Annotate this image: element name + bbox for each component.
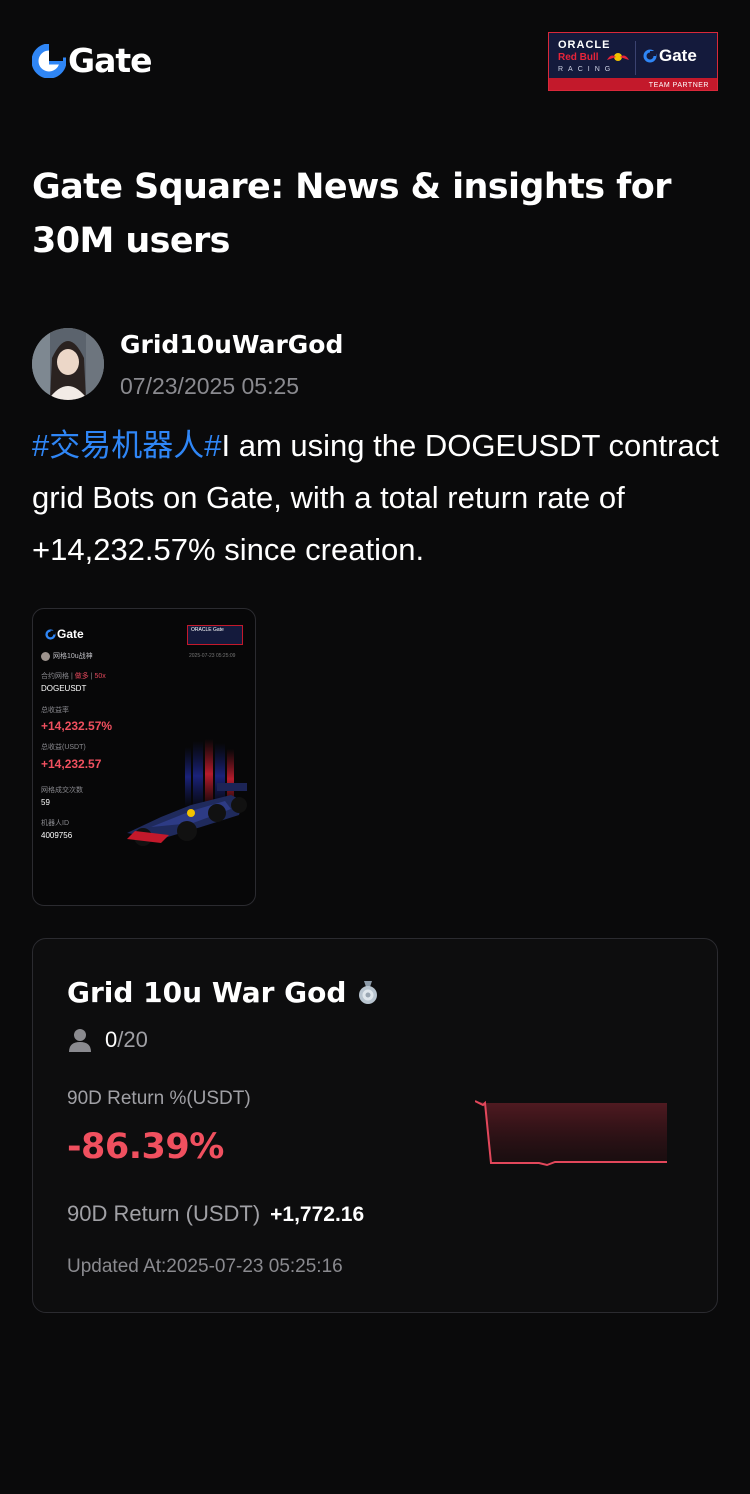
post-image[interactable]: Gate ORACLE Gate 网格10u战神 2025-07-23 05:2… xyxy=(32,608,256,906)
page-title: Gate Square: News & insights for 30M use… xyxy=(32,167,671,261)
image-logo: Gate xyxy=(45,627,84,641)
image-logo-text: Gate xyxy=(57,627,84,641)
medal-icon xyxy=(359,980,378,1004)
team-partner-banner: ORACLE Red Bull RACING Gate TEAM PARTNER xyxy=(548,32,718,91)
updated-timestamp: Updated At:2025-07-23 05:25:16 xyxy=(67,1256,343,1277)
return-usdt-label: 90D Return (USDT) xyxy=(67,1201,261,1226)
image-pair: DOGEUSDT xyxy=(41,684,87,693)
gate-logo-icon xyxy=(643,49,657,63)
image-return-amount-label: 总收益(USDT) xyxy=(41,744,86,751)
partner-racing: RACING xyxy=(558,66,616,73)
gate-logo-icon xyxy=(32,44,66,78)
image-bot-id: 4009756 xyxy=(41,831,73,840)
post-body: #交易机器人#I am using the DOGEUSDT contract … xyxy=(32,420,722,576)
author-name[interactable]: Grid10uWarGod xyxy=(120,330,343,359)
bot-name-text: Grid 10u War God xyxy=(67,976,347,1009)
image-tag-direction: 做多 xyxy=(74,673,89,680)
partner-divider xyxy=(635,41,636,75)
image-tag-leverage: 50x xyxy=(94,673,106,680)
avatar-image xyxy=(32,328,104,400)
bot-card[interactable]: Grid 10u War God 0/20 90D Return %(USDT)… xyxy=(32,938,718,1313)
post-timestamp: 07/23/2025 05:25 xyxy=(120,373,300,399)
logo-text: Gate xyxy=(68,41,153,80)
return-usdt-row: 90D Return (USDT) +1,772.16 xyxy=(67,1201,364,1227)
image-avatar xyxy=(41,651,50,661)
partner-gate-text: Gate xyxy=(659,46,697,65)
partner-redbull: Red Bull xyxy=(558,52,599,63)
image-date: 2025-07-23 05:25:09 xyxy=(189,653,236,659)
user-icon xyxy=(69,1029,91,1052)
image-bot-id-label: 机器人ID xyxy=(41,820,69,827)
avatar[interactable] xyxy=(32,328,104,400)
image-tag-type: 合约网格 xyxy=(41,673,69,680)
hashtag-link[interactable]: #交易机器人# xyxy=(32,428,221,463)
image-user-name: 网格10u战神 xyxy=(53,653,93,660)
image-partner-badge: ORACLE Gate xyxy=(187,625,243,645)
image-trades-label: 网格成交次数 xyxy=(41,787,83,794)
followers-count: 0/20 xyxy=(67,1027,148,1053)
partner-team-partner: TEAM PARTNER xyxy=(648,82,709,89)
race-car-image xyxy=(127,739,247,846)
gate-logo[interactable]: Gate xyxy=(32,41,153,80)
image-return-rate-label: 总收益率 xyxy=(41,707,69,714)
image-trades: 59 xyxy=(41,798,50,807)
return-usdt-value: +1,772.16 xyxy=(270,1203,365,1226)
followers-max: /20 xyxy=(117,1027,148,1052)
partner-gate: Gate xyxy=(643,46,697,66)
return-pct-label: 90D Return %(USDT) xyxy=(67,1088,251,1109)
image-user: 网格10u战神 xyxy=(41,651,93,661)
return-pct: -86.39% xyxy=(67,1127,224,1167)
image-tags: 合约网格 | 做多 | 50x xyxy=(41,673,106,680)
image-return-rate: +14,232.57% xyxy=(41,719,113,733)
return-sparkline xyxy=(475,1100,667,1167)
bot-name: Grid 10u War God xyxy=(67,976,378,1009)
image-return-amount: +14,232.57 xyxy=(41,757,102,771)
partner-oracle: ORACLE xyxy=(558,39,611,51)
image-partner-text: ORACLE Gate xyxy=(191,627,224,633)
followers-current: 0 xyxy=(105,1027,118,1052)
bull-icon xyxy=(607,53,629,61)
gate-logo-icon xyxy=(45,628,56,640)
